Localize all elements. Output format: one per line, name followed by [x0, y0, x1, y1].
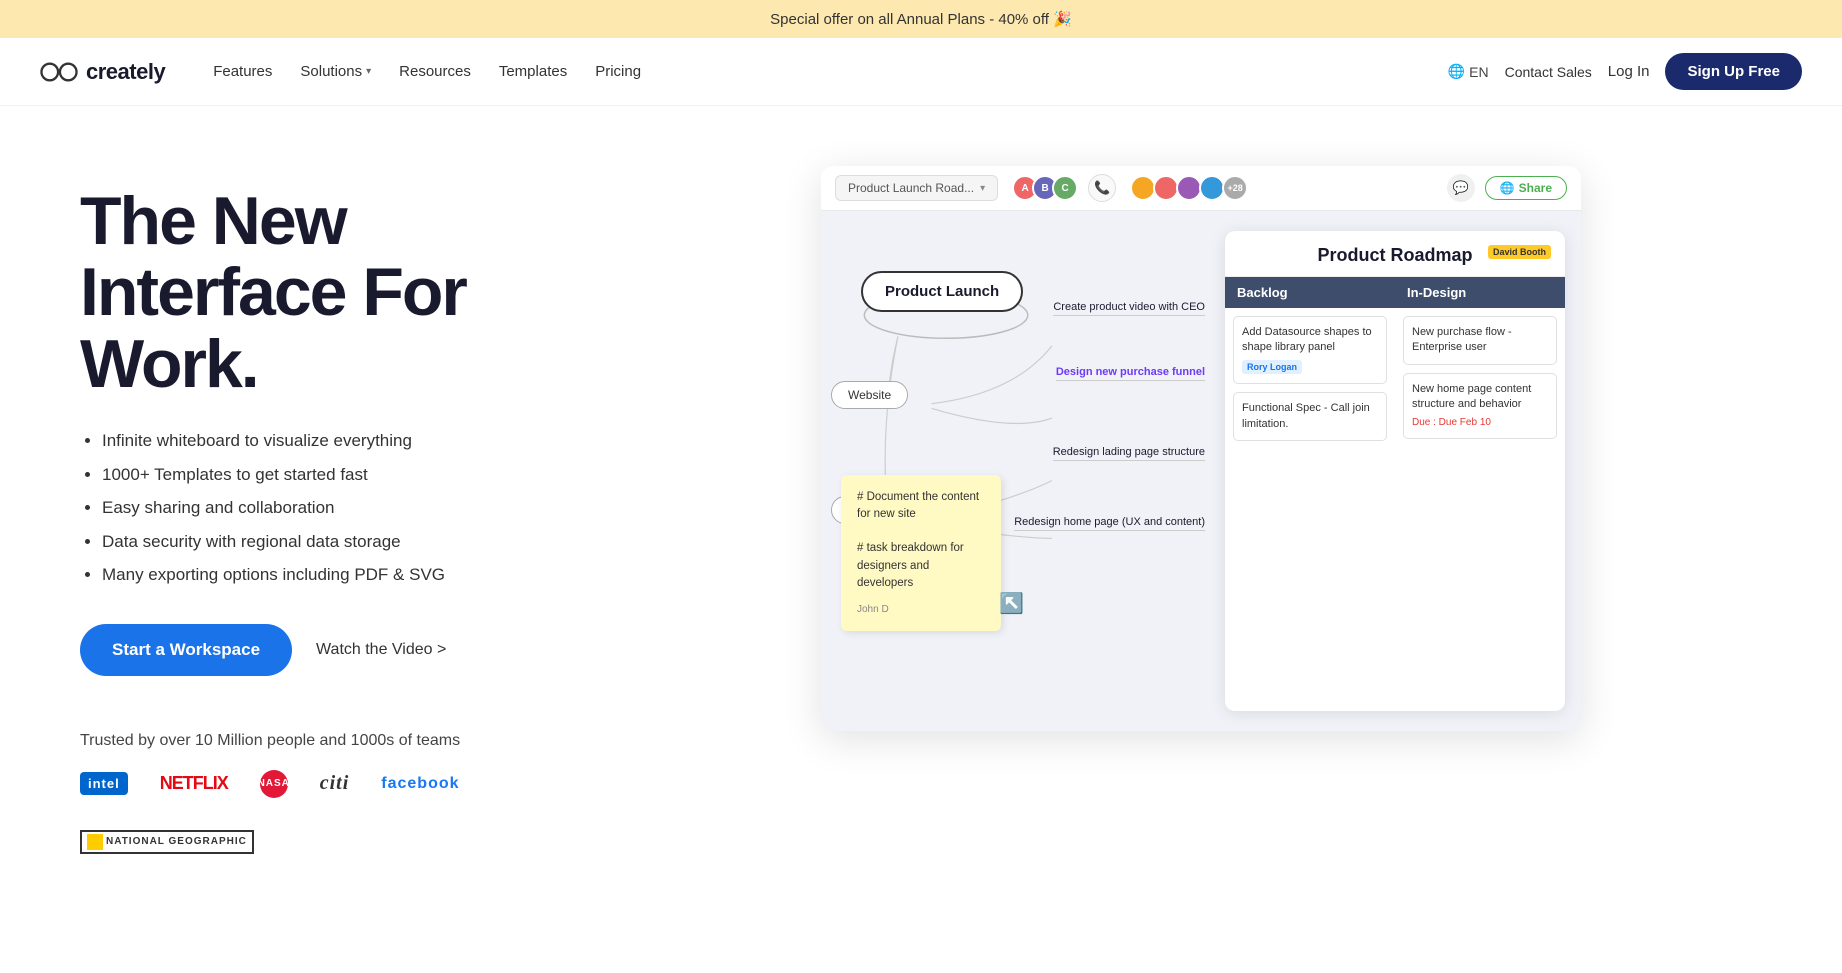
nav-solutions[interactable]: Solutions ▾	[300, 63, 371, 80]
banner-text: Special offer on all Annual Plans - 40% …	[770, 11, 1072, 28]
bullet-5: Many exporting options including PDF & S…	[102, 562, 600, 588]
hero-cta: Start a Workspace Watch the Video >	[80, 624, 600, 676]
branch-item-2: Design new purchase funnel	[1056, 366, 1205, 381]
workspace-canvas: Product Launch Website Marketing Create …	[821, 211, 1581, 731]
intel-logo: intel	[80, 772, 128, 795]
bullet-2: 1000+ Templates to get started fast	[102, 462, 600, 488]
facebook-logo: facebook	[381, 775, 459, 793]
share-button[interactable]: 🌐 Share	[1485, 176, 1567, 200]
hero-left: The New Interface For Work. Infinite whi…	[80, 166, 600, 854]
navbar: creately Features Solutions ▾ Resources …	[0, 38, 1842, 106]
hero-bullets: Infinite whiteboard to visualize everyth…	[80, 428, 600, 588]
trusted-text: Trusted by over 10 Million people and 10…	[80, 732, 600, 750]
branch-item-1: Create product video with CEO	[1053, 301, 1205, 316]
item-due-date: Due : Due Feb 10	[1412, 416, 1548, 430]
cursor-icon: ↖️	[999, 591, 1024, 616]
nav-resources[interactable]: Resources	[399, 63, 471, 80]
signup-button[interactable]: Sign Up Free	[1665, 53, 1802, 90]
nav-templates[interactable]: Templates	[499, 63, 567, 80]
netflix-logo: NETFLIX	[160, 773, 228, 794]
nasa-logo: NASA	[260, 770, 288, 798]
phone-icon[interactable]: 📞	[1088, 174, 1116, 202]
sticky-note-line1: # Document the content for new site	[857, 489, 985, 524]
roadmap-columns: Backlog Add Datasource shapes to shape l…	[1225, 277, 1565, 577]
in-design-items: New purchase flow - Enterprise user New …	[1395, 308, 1565, 455]
workspace-icons: 💬 🌐 Share	[1447, 174, 1567, 202]
backlog-item-2: Functional Spec - Call join limitation.	[1233, 392, 1387, 441]
trusted-logos: intel NETFLIX NASA citi facebook NATIONA…	[80, 770, 600, 854]
comment-icon[interactable]: 💬	[1447, 174, 1475, 202]
nav-pricing[interactable]: Pricing	[595, 63, 641, 80]
roadmap-card: Product Roadmap David Booth Backlog Add …	[1225, 231, 1565, 711]
start-workspace-button[interactable]: Start a Workspace	[80, 624, 292, 676]
trusted-section: Trusted by over 10 Million people and 10…	[80, 724, 600, 854]
product-launch-node: Product Launch	[861, 271, 1023, 312]
navbar-right: 🌐 EN Contact Sales Log In Sign Up Free	[1448, 53, 1802, 90]
rory-badge: Rory Logan	[1242, 360, 1302, 375]
hero-section: The New Interface For Work. Infinite whi…	[0, 106, 1842, 894]
logo-icon	[40, 60, 78, 84]
citi-logo: citi	[320, 772, 350, 795]
language-selector[interactable]: 🌐 EN	[1448, 63, 1489, 80]
bullet-4: Data security with regional data storage	[102, 529, 600, 555]
workspace-ui: Product Launch Road... ▾ A B C 📞 +28	[821, 166, 1581, 731]
sticky-note-author: John D	[857, 602, 985, 617]
sticky-note: # Document the content for new site # ta…	[841, 475, 1001, 632]
logo-link[interactable]: creately	[40, 59, 165, 85]
workspace-avatars: A B C	[1012, 175, 1078, 201]
colored-avatar-row: +28	[1130, 175, 1248, 201]
watch-video-link[interactable]: Watch the Video >	[316, 641, 446, 659]
backlog-items: Add Datasource shapes to shape library p…	[1225, 308, 1395, 457]
branch-item-4: Redesign home page (UX and content)	[1014, 516, 1205, 531]
branch-item-3: Redesign lading page structure	[1053, 446, 1205, 461]
logo-text: creately	[86, 59, 165, 85]
contact-sales-link[interactable]: Contact Sales	[1505, 64, 1592, 80]
in-design-item-2: New home page content structure and beha…	[1403, 373, 1557, 439]
avatar-3: C	[1052, 175, 1078, 201]
solutions-chevron-icon: ▾	[366, 66, 371, 77]
bullet-1: Infinite whiteboard to visualize everyth…	[102, 428, 600, 454]
hero-right: Product Launch Road... ▾ A B C 📞 +28	[640, 166, 1762, 766]
in-design-item-1: New purchase flow - Enterprise user	[1403, 316, 1557, 365]
backlog-item-1: Add Datasource shapes to shape library p…	[1233, 316, 1387, 384]
promo-banner: Special offer on all Annual Plans - 40% …	[0, 0, 1842, 38]
hero-title: The New Interface For Work.	[80, 186, 600, 400]
sticky-note-line2: # task breakdown for designers and devel…	[857, 540, 985, 592]
in-design-header: In-Design	[1395, 277, 1565, 308]
natgeo-logo: NATIONAL GEOGRAPHIC	[80, 830, 254, 854]
tab-dropdown-icon: ▾	[980, 183, 985, 194]
globe-icon: 🌐	[1448, 63, 1465, 80]
website-node: Website	[831, 381, 908, 409]
nav-features[interactable]: Features	[213, 63, 272, 80]
backlog-column: Backlog Add Datasource shapes to shape l…	[1225, 277, 1395, 577]
mindmap-area: Product Launch Website Marketing Create …	[821, 211, 1225, 731]
in-design-column: In-Design New purchase flow - Enterprise…	[1395, 277, 1565, 577]
david-booth-badge: David Booth	[1488, 245, 1551, 259]
colored-avatar-count: +28	[1222, 175, 1248, 201]
nav-links: Features Solutions ▾ Resources Templates…	[213, 63, 1416, 80]
bullet-3: Easy sharing and collaboration	[102, 495, 600, 521]
workspace-tab[interactable]: Product Launch Road... ▾	[835, 175, 998, 201]
workspace-toolbar: Product Launch Road... ▾ A B C 📞 +28	[821, 166, 1581, 211]
login-link[interactable]: Log In	[1608, 63, 1650, 80]
backlog-header: Backlog	[1225, 277, 1395, 308]
